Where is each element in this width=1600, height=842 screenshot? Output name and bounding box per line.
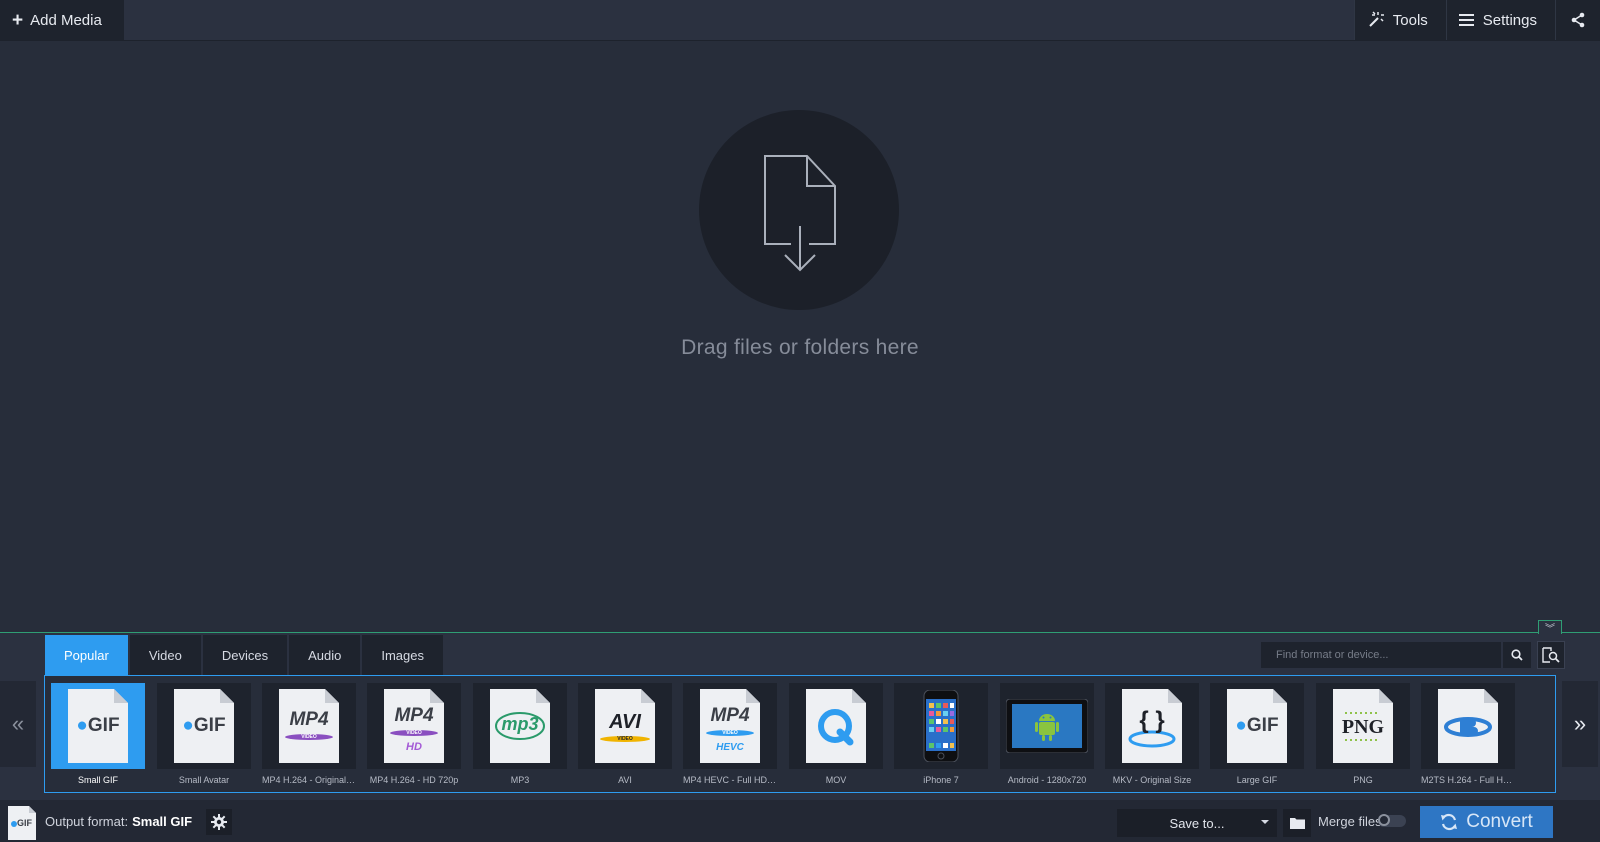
top-toolbar: + Add Media Tools Settings (0, 0, 1600, 41)
top-right-actions: Tools Settings (1353, 0, 1600, 40)
toggle-knob (1378, 814, 1390, 826)
output-format-text: Output format: Small GIF (45, 800, 192, 842)
merge-files-toggle[interactable] (1378, 814, 1406, 827)
format-tabs: Popular Video Devices Audio Images (45, 635, 443, 675)
collapse-panel-button[interactable]: ︾ (1538, 620, 1562, 635)
format-label: MOV (825, 775, 847, 785)
tools-button[interactable]: Tools (1353, 0, 1446, 40)
format-item-mp4-hevc[interactable]: MP4 VIDEO HEVC MP4 HEVC - Full HD 1... (683, 683, 777, 791)
tab-audio[interactable]: Audio (289, 635, 361, 675)
format-label: Large GIF (1236, 775, 1278, 785)
carousel-next-button[interactable]: » (1562, 681, 1598, 767)
format-panel: ︾ Popular Video Devices Audio Images « ●… (0, 620, 1600, 800)
format-item-mp4-original[interactable]: MP4 VIDEO MP4 H.264 - Original ... (262, 683, 356, 791)
convert-label: Convert (1466, 811, 1533, 832)
tab-popular[interactable]: Popular (45, 635, 128, 675)
format-label: PNG (1353, 775, 1373, 785)
avi-icon: AVI VIDEO (595, 689, 655, 763)
tools-label: Tools (1392, 11, 1428, 29)
convert-button[interactable]: Convert (1420, 806, 1553, 838)
format-label: Android - 1280x720 (1007, 775, 1087, 785)
magic-wand-icon (1367, 11, 1385, 29)
format-label: MP4 HEVC - Full HD 1... (683, 775, 777, 785)
drop-zone[interactable]: Drag files or folders here (0, 41, 1600, 632)
format-label: MP3 (510, 775, 530, 785)
format-item-mp4-hd-720p[interactable]: MP4 VIDEO HD MP4 H.264 - HD 720p (367, 683, 461, 791)
gear-icon (211, 814, 227, 830)
format-label: MP4 H.264 - Original ... (262, 775, 356, 785)
gif-icon: ●GIF (174, 689, 234, 763)
quicktime-icon (806, 689, 866, 763)
format-carousel: ●GIF Small GIF ●GIF Small Avatar MP4 VID… (44, 675, 1556, 793)
format-label: iPhone 7 (923, 775, 959, 785)
format-label: MP4 H.264 - HD 720p (369, 775, 459, 785)
format-item-png[interactable]: PNG PNG (1316, 683, 1410, 791)
format-label: Small Avatar (178, 775, 230, 785)
folder-icon (1289, 818, 1305, 829)
save-to-label: Save to... (1169, 815, 1225, 831)
mp4-hd-icon: MP4 VIDEO HD (384, 689, 444, 763)
search-icon (1511, 649, 1523, 661)
drop-hint-text: Drag files or folders here (681, 336, 919, 359)
carousel-prev-button[interactable]: « (0, 681, 36, 767)
find-format-button[interactable] (1537, 641, 1565, 669)
tab-video[interactable]: Video (129, 635, 201, 675)
chevron-down-icon (1261, 820, 1269, 824)
merge-files-label: Merge files (1318, 813, 1382, 829)
bottom-bar: GIF Output format: Small GIF Save to... … (0, 800, 1600, 842)
search-button[interactable] (1503, 642, 1531, 668)
chevron-double-left-icon: « (11, 711, 25, 736)
add-media-label: Add Media (30, 11, 102, 29)
tab-images[interactable]: Images (362, 635, 443, 675)
add-media-button[interactable]: + Add Media (0, 0, 124, 40)
hamburger-icon (1458, 13, 1475, 27)
chevron-double-down-icon: ︾ (1545, 624, 1555, 635)
share-button[interactable] (1555, 0, 1600, 40)
format-item-mov[interactable]: MOV (789, 683, 883, 791)
format-label: AVI (618, 775, 632, 785)
format-item-large-gif[interactable]: ●GIF Large GIF (1210, 683, 1304, 791)
gif-icon: ●GIF (68, 689, 128, 763)
tab-devices[interactable]: Devices (202, 635, 288, 675)
format-label: Small GIF (77, 775, 118, 785)
bluray-icon (1438, 689, 1498, 763)
png-icon: PNG (1333, 689, 1393, 763)
share-icon (1570, 12, 1586, 28)
format-item-mkv-original-size[interactable]: { } MKV - Original Size (1105, 683, 1199, 791)
settings-label: Settings (1482, 11, 1537, 29)
format-item-iphone-7[interactable]: iPhone 7 (894, 683, 988, 791)
format-label: MKV - Original Size (1112, 775, 1192, 785)
format-item-avi[interactable]: AVI VIDEO AVI (578, 683, 672, 791)
save-to-dropdown[interactable]: Save to... (1117, 809, 1277, 837)
android-tablet-icon (1006, 699, 1088, 753)
mp4-hevc-icon: MP4 VIDEO HEVC (700, 689, 760, 763)
format-item-mp3[interactable]: mp3 MP3 (473, 683, 567, 791)
format-search-input[interactable] (1261, 642, 1501, 668)
mp3-icon: mp3 (490, 689, 550, 763)
output-format-value: Small GIF (132, 813, 193, 829)
document-search-icon (1542, 647, 1560, 663)
chevron-double-right-icon: » (1573, 711, 1587, 736)
format-item-m2ts-full-hd[interactable]: M2TS H.264 - Full HD... (1421, 683, 1515, 791)
file-download-icon (764, 155, 836, 272)
output-format-prefix: Output format: (45, 813, 129, 829)
output-format-gif-icon: GIF (8, 806, 36, 840)
gif-icon: ●GIF (1227, 689, 1287, 763)
refresh-icon (1441, 813, 1458, 831)
iphone-icon (923, 690, 959, 762)
mkv-icon: { } (1122, 689, 1182, 763)
drop-circle (699, 110, 899, 310)
mp4-icon: MP4 VIDEO (279, 689, 339, 763)
open-folder-button[interactable] (1283, 809, 1311, 837)
format-item-small-gif[interactable]: ●GIF Small GIF (51, 683, 145, 791)
settings-button[interactable]: Settings (1445, 0, 1555, 40)
format-item-small-avatar[interactable]: ●GIF Small Avatar (157, 683, 251, 791)
format-label: M2TS H.264 - Full HD... (1421, 775, 1515, 785)
format-item-android-1280x720[interactable]: Android - 1280x720 (1000, 683, 1094, 791)
output-settings-button[interactable] (206, 809, 232, 835)
plus-icon: + (12, 9, 24, 31)
